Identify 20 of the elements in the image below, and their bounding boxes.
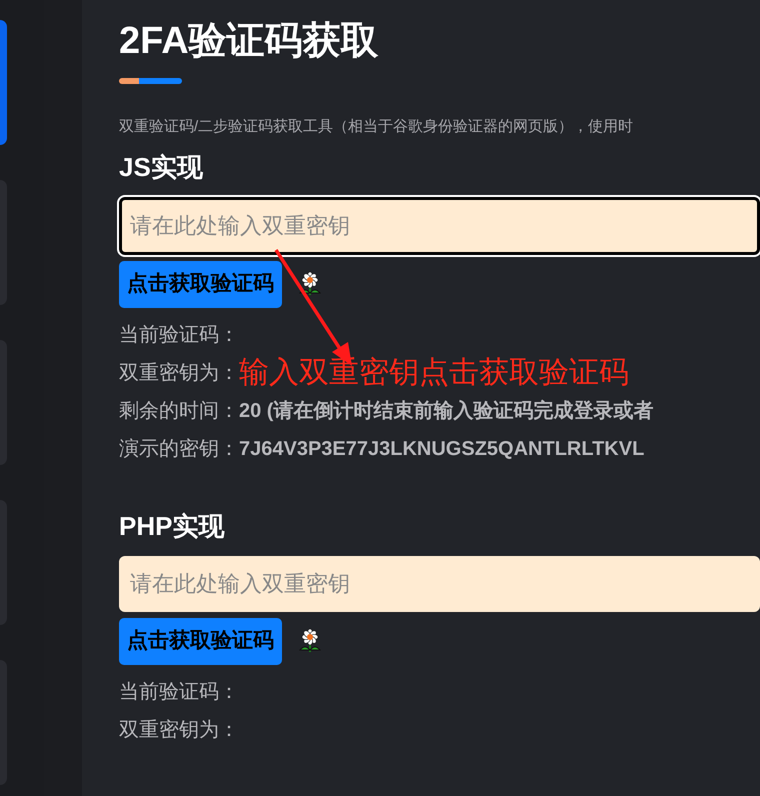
description-text: 双重验证码/二步验证码获取工具（相当于谷歌身份验证器的网页版），使用时 — [119, 117, 634, 137]
row-value: 7J64V3P3E77J3LKNUGSZ5QANTLRLTKVL — [239, 436, 644, 462]
flower-icon — [298, 628, 322, 654]
row-label: 演示的密钥： — [119, 436, 239, 462]
row-label: 当前验证码： — [119, 680, 239, 704]
title-underline-drawing — [119, 78, 182, 84]
sidebar-card[interactable] — [0, 20, 7, 145]
section-heading: PHP实现 — [119, 510, 224, 542]
row-label: 剩余的时间： — [119, 398, 239, 424]
row-label: 双重密钥为： — [119, 718, 239, 742]
get-code-button[interactable]: 点击获取验证码 — [119, 260, 282, 308]
get-code-button[interactable]: 点击获取验证码 — [119, 618, 282, 664]
section-heading: JS实现 — [119, 150, 203, 184]
row-value: 20 (请在倒计时结束前输入验证码完成登录或者 — [239, 398, 654, 424]
flower-icon — [298, 271, 322, 297]
row-label: 当前验证码： — [119, 322, 239, 348]
page-title: 2FA验证码获取 — [119, 19, 379, 64]
secret-input-field[interactable]: 请在此处输入双重密钥 — [119, 556, 760, 612]
secret-input-field[interactable]: 请在此处输入双重密钥 — [119, 196, 760, 254]
row-label: 双重密钥为： — [119, 360, 239, 386]
